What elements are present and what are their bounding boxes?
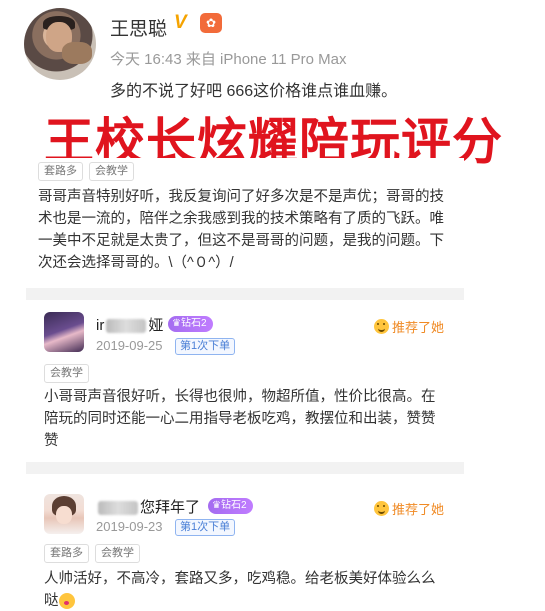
review-card-1: 套路多 会教学 哥哥声音特别好听，我反复询问了好多次是不是声优；哥哥的技术也是一… <box>26 158 464 290</box>
avatar-dog <box>62 42 92 64</box>
review-text-wrap: 人帅活好，不高冷，套路又多，吃鸡稳。给老板美好体验么么哒 <box>44 568 449 611</box>
tag: 套路多 <box>38 162 83 181</box>
smile-icon <box>374 501 389 516</box>
recommend-label: 推荐了她 <box>392 320 445 335</box>
review-card-3: 您拜年了 ♛钻石2 2019-09-23 第1次下单 推荐了她 套路多 会教学 … <box>26 474 464 611</box>
review-tags: 套路多 会教学 <box>38 162 134 181</box>
reviewer-name[interactable]: 您拜年了 <box>96 496 200 517</box>
order-badge: 第1次下单 <box>175 519 236 536</box>
name-blur <box>98 501 138 516</box>
divider <box>26 462 464 474</box>
post-meta: 今天 16:43 来自 iPhone 11 Pro Max <box>110 51 347 68</box>
verified-icon: V <box>174 12 187 33</box>
recommend-label: 推荐了她 <box>392 502 445 517</box>
fan-badge-icon: ✿ <box>200 13 222 33</box>
weibo-post: 王思聪 V ✿ 今天 16:43 来自 iPhone 11 Pro Max 多的… <box>0 0 545 100</box>
reviewer-name-suffix: 您拜年了 <box>140 499 201 516</box>
poster-avatar[interactable] <box>24 8 96 80</box>
review-tags: 套路多 会教学 <box>44 544 140 563</box>
name-blur <box>106 319 147 334</box>
recommend-indicator: 推荐了她 <box>374 499 444 518</box>
review-date: 2019-09-25 <box>96 338 163 353</box>
tag: 会教学 <box>95 544 140 563</box>
review-tags: 会教学 <box>44 364 89 383</box>
reviewer-avatar[interactable] <box>44 312 84 352</box>
reviewer-name-prefix: ir <box>96 317 105 334</box>
review-text: 小哥哥声音很好听，长得也很帅，物超所值，性价比很高。在陪玩的同时还能一心二用指导… <box>44 389 436 449</box>
divider <box>26 288 464 300</box>
post-text: 多的不说了好吧 666这价格谁点谁血赚。 <box>110 83 398 100</box>
tag: 会教学 <box>89 162 134 181</box>
level-label: 钻石2 <box>220 500 247 511</box>
kiss-emoji-icon <box>58 593 75 610</box>
smile-icon <box>374 319 389 334</box>
reviewer-name-suffix: 娅 <box>148 317 164 334</box>
level-label: 钻石2 <box>180 318 207 329</box>
review-card-2: ir 娅 ♛钻石2 2019-09-25 第1次下单 推荐了她 会教学 小哥哥声音… <box>26 300 464 460</box>
review-date: 2019-09-23 <box>96 519 163 534</box>
reviewer-name[interactable]: ir 娅 <box>96 314 163 335</box>
avatar-face <box>56 506 72 524</box>
poster-name[interactable]: 王思聪 <box>110 14 167 41</box>
level-badge: ♛钻石2 <box>168 316 213 332</box>
overlay-title: 王校长炫耀陪玩评分 <box>44 114 503 170</box>
recommend-indicator: 推荐了她 <box>374 317 444 336</box>
review-text: 哥哥声音特别好听，我反复询问了好多次是不是声优；哥哥的技术也是一流的，陪伴之余我… <box>38 189 444 271</box>
tag: 会教学 <box>44 364 89 383</box>
order-badge: 第1次下单 <box>175 338 236 355</box>
tag: 套路多 <box>44 544 89 563</box>
level-badge: ♛钻石2 <box>208 498 253 514</box>
review-text: 人帅活好，不高冷，套路又多，吃鸡稳。给老板美好体验么么哒 <box>44 571 436 609</box>
reviewer-avatar[interactable] <box>44 494 84 534</box>
